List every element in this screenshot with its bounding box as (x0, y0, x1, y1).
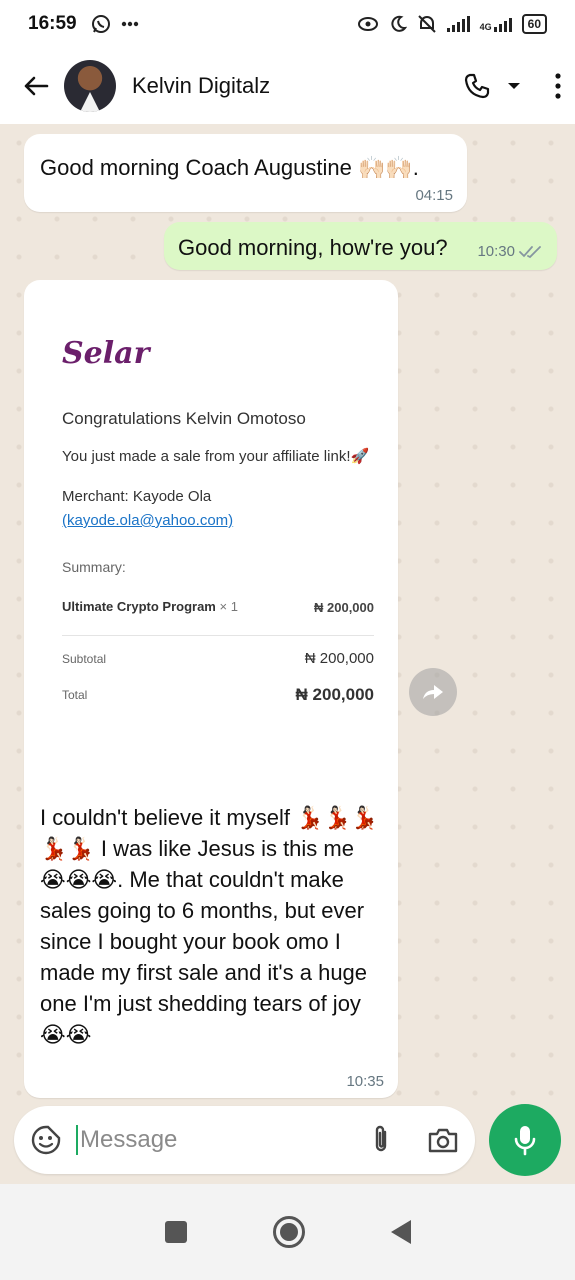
total-value: ₦ 200,000 (295, 685, 374, 704)
recents-button[interactable] (164, 1221, 187, 1243)
time-label: 10:35 (346, 1073, 384, 1090)
text-caret (76, 1125, 78, 1155)
receipt-message: You just made a sale from your affiliate… (62, 448, 370, 465)
item-name: Ultimate Crypto Program (62, 599, 216, 614)
message-outgoing[interactable]: Good morning, how're you? 10:30 (164, 222, 557, 270)
receipt-summary-label: Summary: (62, 559, 126, 575)
receipt-card[interactable]: Selar Congratulations Kelvin Omotoso You… (44, 286, 396, 796)
back-arrow-icon (24, 76, 49, 96)
home-dot-icon (279, 1223, 298, 1241)
kebab-menu-icon (555, 73, 561, 99)
forward-button[interactable] (409, 668, 457, 716)
item-price: ₦ 200,000 (314, 600, 374, 615)
call-options-dropdown[interactable] (507, 81, 521, 91)
forward-icon (423, 685, 443, 699)
hotspot-icon (357, 17, 378, 31)
wifi-signal-icon (446, 16, 470, 32)
camera-button[interactable] (427, 1126, 459, 1154)
call-button[interactable] (463, 72, 491, 100)
network-type: 4G (479, 22, 492, 32)
back-button[interactable] (14, 64, 58, 108)
dropdown-icon (508, 83, 520, 89)
contact-name[interactable]: Kelvin Digitalz (132, 73, 270, 99)
message-incoming-receipt[interactable]: Selar Congratulations Kelvin Omotoso You… (24, 280, 398, 1098)
camera-icon (428, 1128, 458, 1153)
selar-logo: Selar (62, 336, 150, 371)
paperclip-icon (375, 1125, 387, 1152)
message-text: Good morning Coach Augustine 🙌🏻🙌🏻. (40, 155, 419, 180)
status-bar: 16:59 4G 60 (0, 0, 575, 48)
avatar[interactable] (64, 60, 116, 112)
time-label: 04:15 (415, 187, 453, 204)
receipt-congrats: Congratulations Kelvin Omotoso (62, 409, 306, 428)
total-row: Total ₦ 200,000 (62, 685, 374, 705)
voice-message-button[interactable] (489, 1104, 561, 1176)
composer-actions (371, 1124, 459, 1156)
attach-button[interactable] (371, 1124, 391, 1156)
status-right-icons: 4G 60 (357, 14, 547, 34)
moon-icon (391, 15, 407, 32)
double-check-read-icon (519, 245, 541, 258)
header-actions (463, 72, 561, 100)
back-nav-button[interactable] (390, 1220, 411, 1244)
subtotal-row: Subtotal ₦ 200,000 (62, 650, 374, 667)
message-composer (14, 1106, 475, 1174)
receipt-item-row: Ultimate Crypto Program × 1 ₦ 200,000 (62, 599, 374, 617)
emoji-button[interactable] (30, 1124, 62, 1156)
home-button[interactable] (272, 1216, 305, 1248)
message-incoming[interactable]: Good morning Coach Augustine 🙌🏻🙌🏻. 04:15 (24, 134, 467, 212)
message-input[interactable] (80, 1126, 330, 1154)
sticker-emoji-icon (31, 1125, 61, 1155)
chat-header: Kelvin Digitalz (0, 48, 575, 124)
subtotal-label: Subtotal (62, 651, 107, 666)
status-left-icons (91, 14, 139, 34)
item-qty: × 1 (219, 599, 238, 614)
system-nav-bar (0, 1184, 575, 1280)
cell-signal-icon: 4G (480, 16, 512, 32)
chat-area[interactable]: Good morning Coach Augustine 🙌🏻🙌🏻. 04:15… (0, 124, 575, 1106)
message-time: 10:30 (477, 243, 543, 260)
subtotal-value: ₦ 200,000 (304, 650, 374, 667)
receipt-divider (62, 635, 374, 636)
total-label: Total (62, 688, 88, 702)
message-time: 10:35 (346, 1073, 384, 1090)
status-time: 16:59 (28, 13, 77, 34)
merchant-email-link[interactable]: (kayode.ola@yahoo.com) (62, 509, 374, 533)
message-time: 04:15 (415, 187, 453, 204)
battery-icon: 60 (521, 14, 547, 34)
phone-icon (464, 73, 490, 99)
receipt-merchant: Merchant: Kayode Ola (kayode.ola@yahoo.c… (62, 485, 374, 533)
message-text: I couldn't believe it myself 💃🏻💃🏻💃🏻💃🏻💃🏻 … (40, 805, 379, 1047)
whatsapp-icon (91, 15, 110, 33)
microphone-icon (514, 1126, 536, 1156)
menu-button[interactable] (555, 73, 561, 99)
merchant-name: Merchant: Kayode Ola (62, 488, 212, 505)
time-label: 10:30 (477, 243, 515, 260)
item-info: Ultimate Crypto Program × 1 (62, 599, 238, 617)
more-dots-icon (121, 21, 138, 27)
mute-icon (417, 15, 436, 33)
